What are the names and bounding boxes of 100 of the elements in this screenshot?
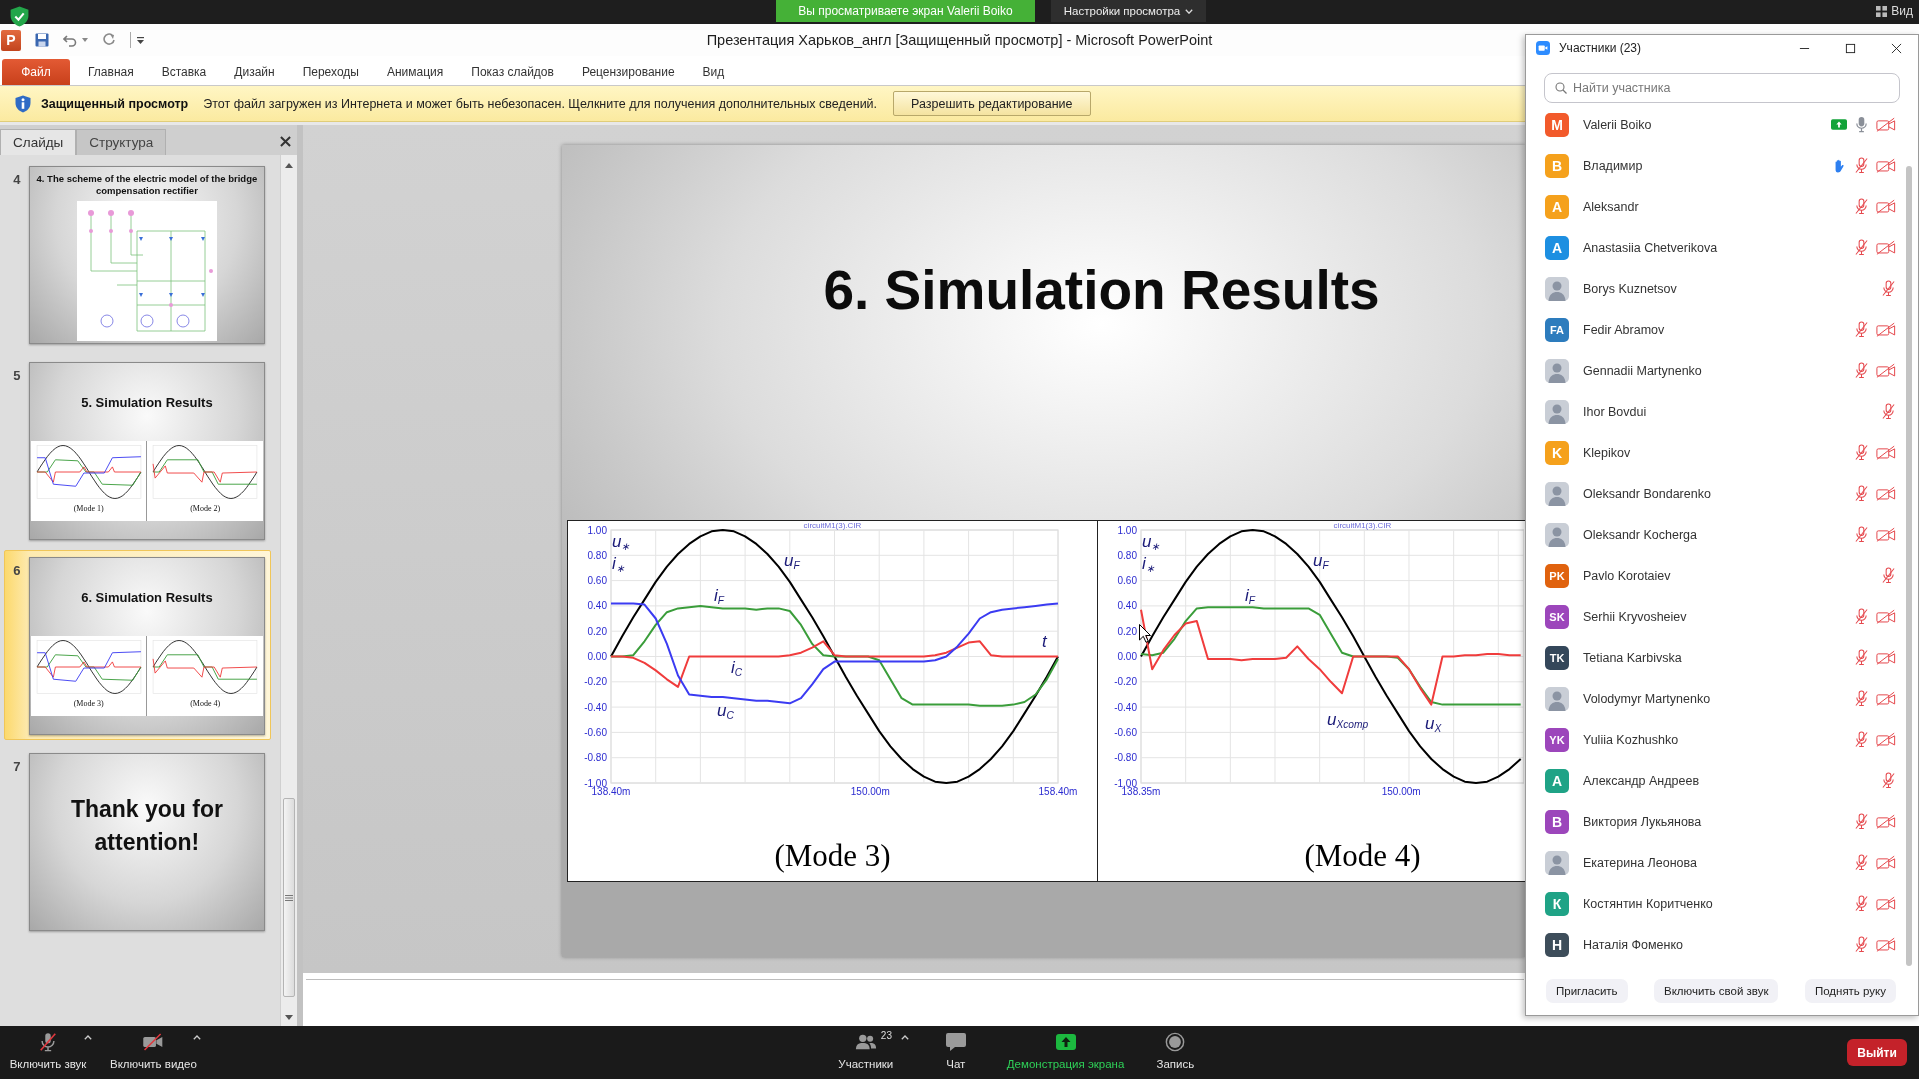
panel-button[interactable]: Поднять руку (1804, 979, 1896, 1003)
participant-row[interactable]: К Костянтин Коритченко (1526, 883, 1906, 924)
redo-icon[interactable] (102, 33, 116, 47)
avatar-initials: A (1545, 235, 1569, 260)
save-icon[interactable] (35, 33, 49, 47)
participant-row[interactable]: K Klepikov (1526, 432, 1906, 473)
participant-name: Aleksandr (1583, 199, 1639, 214)
toolbar-label: Включить видео (110, 1058, 197, 1070)
avatar-initials: A (1545, 194, 1569, 219)
participant-row[interactable]: PK Pavlo Korotaiev (1526, 555, 1906, 596)
undo-icon[interactable] (63, 33, 77, 47)
customize-caret-icon[interactable] (137, 36, 144, 44)
toolbar-label: Демонстрация экрана (1006, 1058, 1125, 1070)
y-tick-label: 1.00 (587, 524, 607, 536)
view-options-button[interactable]: Настройки просмотра (1051, 0, 1206, 22)
curve-label: u$_{X}$ (1425, 715, 1442, 737)
maximize-icon[interactable] (1845, 42, 1856, 54)
panel-button[interactable]: Пригласить (1546, 979, 1628, 1003)
ribbon-tab[interactable]: Вставка (147, 59, 221, 85)
audio-button[interactable]: Включить звук (4, 1026, 92, 1070)
participant-name: Виктория Лукьянова (1583, 814, 1702, 829)
ribbon-tab[interactable]: Анимация (372, 59, 458, 85)
participant-row[interactable]: Oleksandr Bondarenko (1526, 473, 1906, 514)
scroll-up-arrow-icon[interactable] (285, 163, 293, 168)
view-button[interactable]: Вид (1876, 4, 1913, 18)
thumbnail-text: Thank you for attention! (69, 794, 224, 857)
window-title: Участники (23) (1559, 41, 1641, 55)
participant-row[interactable]: Borys Kuznetsov (1526, 268, 1906, 309)
chart-title: circuitM1(3).CIR (1333, 521, 1392, 530)
y-tick-label: 0.20 (1117, 625, 1137, 637)
series-label: i$_{C}$ (731, 659, 743, 681)
participant-row[interactable]: TK Tetiana Karbivska (1526, 637, 1906, 678)
file-tab[interactable]: Файл (2, 59, 70, 85)
participant-row[interactable]: Н Наталія Фоменко (1526, 924, 1906, 965)
caret-down-icon[interactable] (82, 38, 88, 42)
close-icon[interactable] (1891, 42, 1902, 54)
close-icon[interactable] (280, 136, 291, 147)
slide-list-item[interactable]: 4 4. The scheme of the electric model of the bridge compensation rectifier (4, 159, 271, 349)
ribbon-tab[interactable]: Главная (74, 59, 148, 85)
caret-up-icon[interactable] (84, 1035, 92, 1040)
participant-row[interactable]: A Anastasiia Chetverikova (1526, 227, 1906, 268)
participants-button[interactable]: 23 Участники (822, 1026, 909, 1070)
ribbon-tab[interactable]: Показ слайдов (457, 59, 568, 85)
enable-editing-button[interactable]: Разрешить редактирование (893, 91, 1091, 116)
participant-row[interactable]: В Владимир (1526, 145, 1906, 186)
caret-up-icon[interactable] (192, 1035, 201, 1040)
participant-row[interactable]: Екатерина Леонова (1526, 842, 1906, 883)
thumbnail-caption: (Mode 1) (73, 502, 104, 515)
toolbar-label: Включить звук (9, 1058, 87, 1070)
protected-view-message[interactable]: Этот файл загружен из Интернета и может быть небезопасен. Щелкните для получения дополнительных сведений. (203, 96, 878, 111)
slide-list-item[interactable]: 6 6. Simulation Results (Mode 3) (Mode 4) (4, 550, 271, 740)
shield-check-icon[interactable] (10, 6, 29, 27)
ribbon-tab[interactable]: Дизайн (220, 59, 289, 85)
participant-name: Valerii Boiko (1583, 117, 1652, 132)
user-silhouette-icon (1545, 276, 1569, 301)
participant-row[interactable]: SK Serhii Kryvosheiev (1526, 596, 1906, 637)
participant-row[interactable]: Ihor Bovdui (1526, 391, 1906, 432)
chart-caption: (Mode 3) (774, 839, 891, 873)
participant-name: Anastasiia Chetverikova (1583, 240, 1718, 255)
y-tick-label: -0.20 (1114, 676, 1137, 688)
x-tick-label: 138.35m (1121, 786, 1161, 797)
record-button[interactable]: Запись (1132, 1026, 1219, 1070)
chat-button[interactable]: Чат (912, 1026, 999, 1070)
participant-row[interactable]: В Виктория Лукьянова (1526, 801, 1906, 842)
caret-up-icon[interactable] (900, 1035, 909, 1040)
toolbar-label: Участники (838, 1058, 894, 1070)
y-tick-label: -0.60 (584, 726, 607, 738)
pane-tab[interactable]: Слайды (0, 129, 77, 155)
participant-row[interactable]: YK Yuliia Kozhushko (1526, 719, 1906, 760)
leave-button[interactable]: Выйти (1847, 1039, 1907, 1066)
ribbon-tab[interactable]: Рецензирование (567, 59, 689, 85)
participant-row[interactable]: Oleksandr Kocherga (1526, 514, 1906, 555)
slide-number: 6 (12, 562, 22, 580)
participant-name: Yuliia Kozhushko (1583, 732, 1679, 747)
pane-tab[interactable]: Структура (76, 129, 167, 155)
scroll-down-arrow-icon[interactable] (285, 1015, 293, 1020)
toolbar-label: Запись (1156, 1058, 1195, 1070)
panel-button[interactable]: Включить свой звук (1654, 979, 1779, 1003)
scrollbar-thumb[interactable] (283, 798, 295, 997)
x-tick-label: 150.00m (850, 786, 890, 797)
slide-list-item[interactable]: 7 Thank you for attention! (4, 745, 271, 936)
participant-row[interactable]: FA Fedir Abramov (1526, 309, 1906, 350)
participant-row[interactable]: А Александр Андреев (1526, 760, 1906, 801)
share-screen-button[interactable]: Демонстрация экрана (1002, 1026, 1129, 1070)
search-field[interactable]: Найти участника (1544, 73, 1900, 103)
slide-number: 5 (12, 366, 22, 385)
ribbon-tab[interactable]: Переходы (288, 59, 373, 85)
participant-row[interactable]: Gennadii Martynenko (1526, 350, 1906, 391)
user-silhouette-icon (1545, 522, 1569, 547)
slide-list-item[interactable]: 5 5. Simulation Results (Mode 1) (Mode 2) (4, 354, 271, 545)
video-button[interactable]: Включить видео (106, 1026, 201, 1070)
participant-row[interactable]: M Valerii Boiko (1526, 104, 1906, 145)
series-label: u$_{F}$ (1313, 552, 1329, 574)
scrollbar[interactable] (280, 155, 297, 1026)
ribbon-tab[interactable]: Вид (688, 59, 739, 85)
x-tick-label: 158.40m (1038, 786, 1078, 797)
participant-row[interactable]: Volodymyr Martynenko (1526, 678, 1906, 719)
y-tick-label: 0.40 (1117, 600, 1137, 612)
participant-row[interactable]: A Aleksandr (1526, 186, 1906, 227)
thumbnail-caption: (Mode 4) (190, 698, 221, 710)
